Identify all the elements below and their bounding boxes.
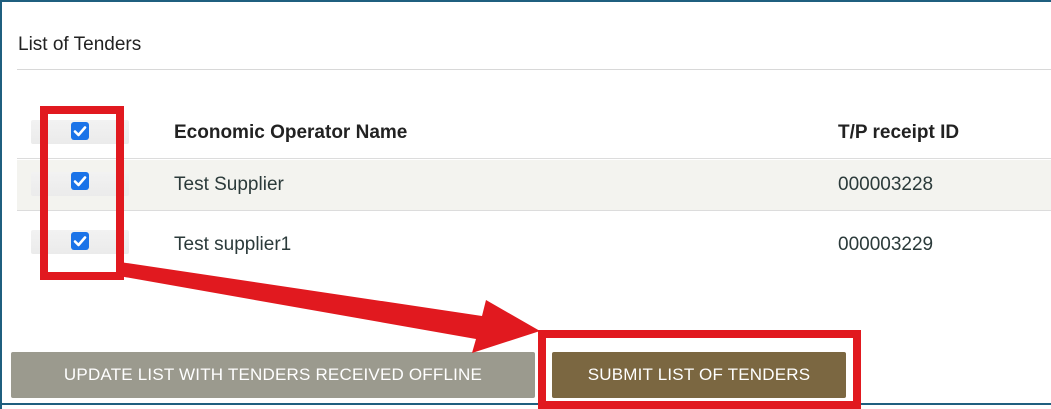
list-of-tenders-panel: List of Tenders Economic Operator Name T… — [0, 0, 1051, 409]
annotation-arrow-icon — [119, 262, 540, 353]
